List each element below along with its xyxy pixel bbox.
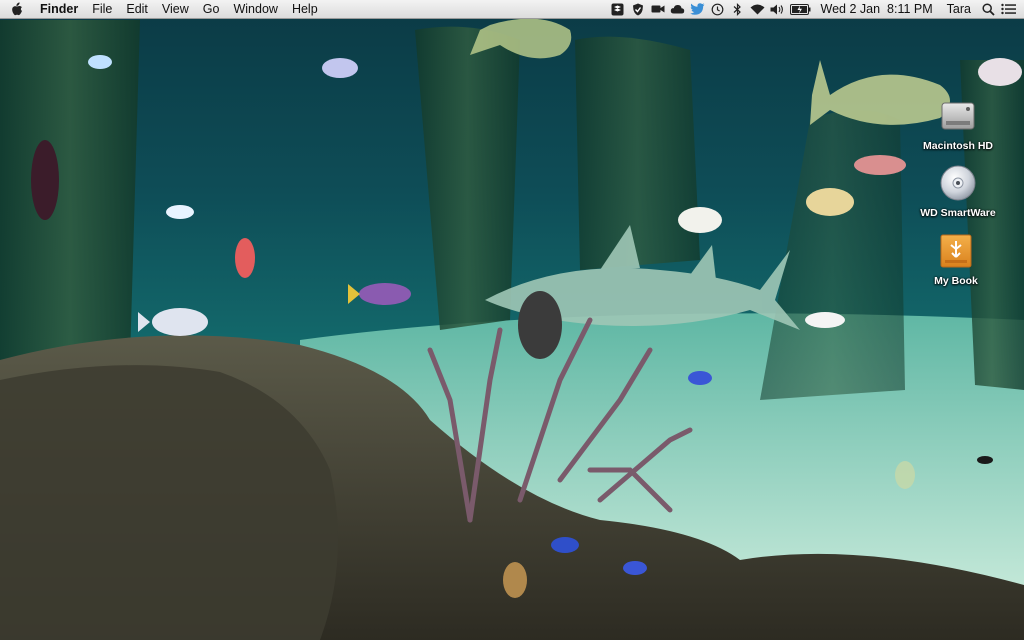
- menu-bar: Finder File Edit View Go Window Help Wed…: [0, 0, 1024, 19]
- desktop-icon-label: Macintosh HD: [922, 140, 993, 152]
- right-rock-column: [760, 110, 905, 400]
- wifi-icon[interactable]: [748, 0, 768, 18]
- usb-drive-icon: [936, 231, 976, 271]
- bluetooth-icon[interactable]: [728, 0, 748, 18]
- apple-icon[interactable]: [0, 0, 34, 18]
- cd-disc-icon: [938, 163, 978, 203]
- desktop-wallpaper: [0, 0, 1024, 640]
- desktop-icon-macintosh-hd[interactable]: Macintosh HD: [913, 96, 1003, 152]
- volume-icon[interactable]: [768, 0, 788, 18]
- menubar-user[interactable]: Tara: [940, 0, 978, 18]
- notification-center-icon[interactable]: [998, 0, 1018, 18]
- camera-icon[interactable]: [648, 0, 668, 18]
- menu-app-finder[interactable]: Finder: [34, 0, 85, 18]
- desktop-icon-my-book[interactable]: My Book: [911, 231, 1001, 287]
- desktop-icon-label: WD SmartWare: [920, 207, 996, 219]
- menubar-time[interactable]: 8:11 PM: [887, 0, 940, 18]
- menu-go[interactable]: Go: [196, 0, 227, 18]
- aquarium-wallpaper: [0, 18, 1024, 640]
- menu-window[interactable]: Window: [226, 0, 284, 18]
- desktop-icon-wd-smartware[interactable]: WD SmartWare: [913, 163, 1003, 219]
- shield-icon[interactable]: [628, 0, 648, 18]
- cloud-icon[interactable]: [668, 0, 688, 18]
- menu-file[interactable]: File: [85, 0, 119, 18]
- dropbox-icon[interactable]: [608, 0, 628, 18]
- menubar-date[interactable]: Wed 2 Jan: [814, 0, 888, 18]
- twitter-bird-icon[interactable]: [688, 0, 708, 18]
- middle-rock-column: [415, 26, 520, 331]
- spotlight-search-icon[interactable]: [978, 0, 998, 18]
- menu-view[interactable]: View: [155, 0, 196, 18]
- center-rock-column: [575, 36, 700, 270]
- battery-icon[interactable]: [788, 0, 814, 18]
- time-machine-icon[interactable]: [708, 0, 728, 18]
- hard-drive-icon: [938, 96, 978, 136]
- menu-help[interactable]: Help: [285, 0, 325, 18]
- desktop-icon-label: My Book: [934, 275, 978, 287]
- menu-edit[interactable]: Edit: [119, 0, 155, 18]
- left-rock-column: [0, 20, 140, 370]
